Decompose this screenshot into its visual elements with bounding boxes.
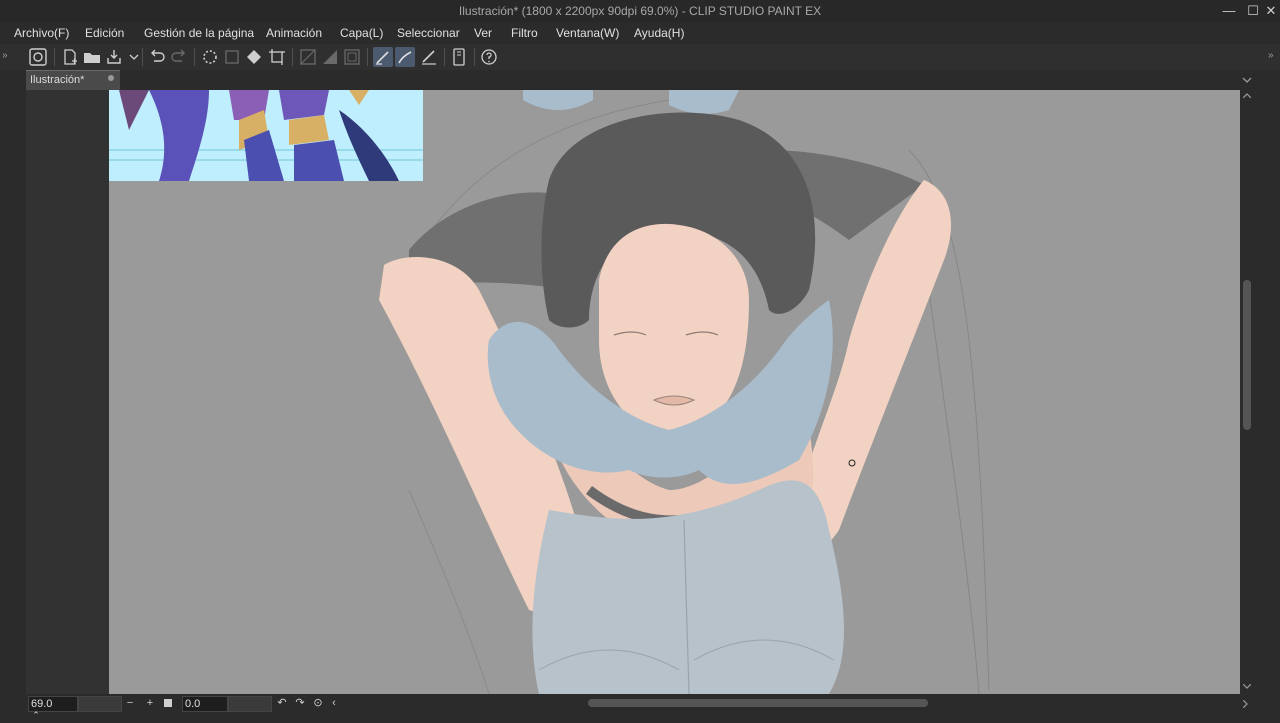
close-button[interactable]: ✕ [1262,2,1280,20]
command-bar: » » [0,44,1280,71]
dropdown-icon[interactable] [124,47,139,67]
rotate-left-button[interactable]: ↶ [276,696,288,710]
redo-icon[interactable] [169,47,189,67]
menu-ayuda[interactable]: Ayuda(H) [634,26,684,40]
menu-animacion[interactable]: Animación [266,26,322,40]
tab-label: Ilustración* [30,74,85,86]
zoom-slider[interactable] [78,696,122,712]
clip-studio-icon[interactable] [28,47,48,67]
new-icon[interactable] [60,47,80,67]
zoom-out-button[interactable]: − [124,696,136,710]
tab-close-icon[interactable] [108,75,114,81]
toolbar-divider [194,48,195,66]
reference-image [109,90,423,181]
rotate-right-button[interactable]: ↷ [294,696,306,710]
menu-ventana[interactable]: Ventana(W) [556,26,619,40]
menu-seleccionar[interactable]: Seleccionar [397,26,460,40]
rotation-input[interactable]: 0.0 [182,696,228,712]
canvas-area[interactable] [26,90,1240,694]
title-bar: Ilustración* (1800 x 2200px 90dpi 69.0%)… [0,0,1280,22]
toolbar-divider [142,48,143,66]
scroll-down-icon[interactable] [1243,684,1251,690]
reset-rotation-button[interactable]: ⊙ [312,696,324,710]
horizontal-scroll-thumb[interactable] [588,699,928,707]
fit-icon[interactable] [164,699,172,707]
menu-capa[interactable]: Capa(L) [340,26,383,40]
tone-icon[interactable] [298,47,318,67]
transform-icon[interactable] [267,47,287,67]
fill-icon[interactable] [244,47,264,67]
scroll-left-button[interactable]: ‹ [328,696,340,710]
chevron-down-icon[interactable] [1242,75,1252,85]
toolbar-divider [54,48,55,66]
border-icon[interactable] [342,47,362,67]
document-tabs: Ilustración* [0,70,1280,91]
maximize-button[interactable]: ☐ [1244,2,1262,20]
open-icon[interactable] [82,47,102,67]
tab-ilustracion[interactable]: Ilustración* [26,70,120,91]
chevron-icon[interactable]: » [2,50,8,61]
minimize-button[interactable]: — [1220,2,1238,20]
horizontal-scrollbar[interactable] [340,696,1240,710]
toolbar-divider [474,48,475,66]
eraser-icon[interactable] [419,47,439,67]
scroll-up-icon[interactable] [1243,92,1251,98]
device-icon[interactable] [449,47,469,67]
toolbar-divider [292,48,293,66]
scroll-right-icon[interactable] [1243,700,1249,708]
loading-icon[interactable] [200,47,220,67]
window-title: Ilustración* (1800 x 2200px 90dpi 69.0%)… [458,4,822,18]
gradient-icon[interactable] [320,47,340,67]
clear-icon[interactable] [222,47,242,67]
right-panel-edge [1254,90,1280,694]
chevron-icon[interactable]: » [1268,50,1274,61]
status-bar: 69.0 − + 0.0 ↶ ↷ ⊙ ‹ ⌃ [0,694,1280,723]
pen-icon[interactable] [373,47,393,67]
menu-gestion-pagina[interactable]: Gestión de la página [144,26,254,40]
brush-icon[interactable] [395,47,415,67]
toolbar-divider [444,48,445,66]
vertical-scroll-thumb[interactable] [1243,280,1251,430]
rotation-slider[interactable] [228,696,272,712]
help-icon[interactable] [479,47,499,67]
toolbar-divider [367,48,368,66]
menu-filtro[interactable]: Filtro [511,26,538,40]
menu-archivo[interactable]: Archivo(F) [14,26,69,40]
save-icon[interactable] [104,47,124,67]
zoom-in-button[interactable]: + [144,696,156,710]
menu-bar: Archivo(F) Edición Gestión de la página … [0,22,1280,44]
vertical-scrollbar[interactable] [1240,90,1254,694]
menu-ver[interactable]: Ver [474,26,492,40]
collapse-icon[interactable]: ⌃ [30,708,42,722]
menu-edicion[interactable]: Edición [85,26,124,40]
undo-icon[interactable] [147,47,167,67]
